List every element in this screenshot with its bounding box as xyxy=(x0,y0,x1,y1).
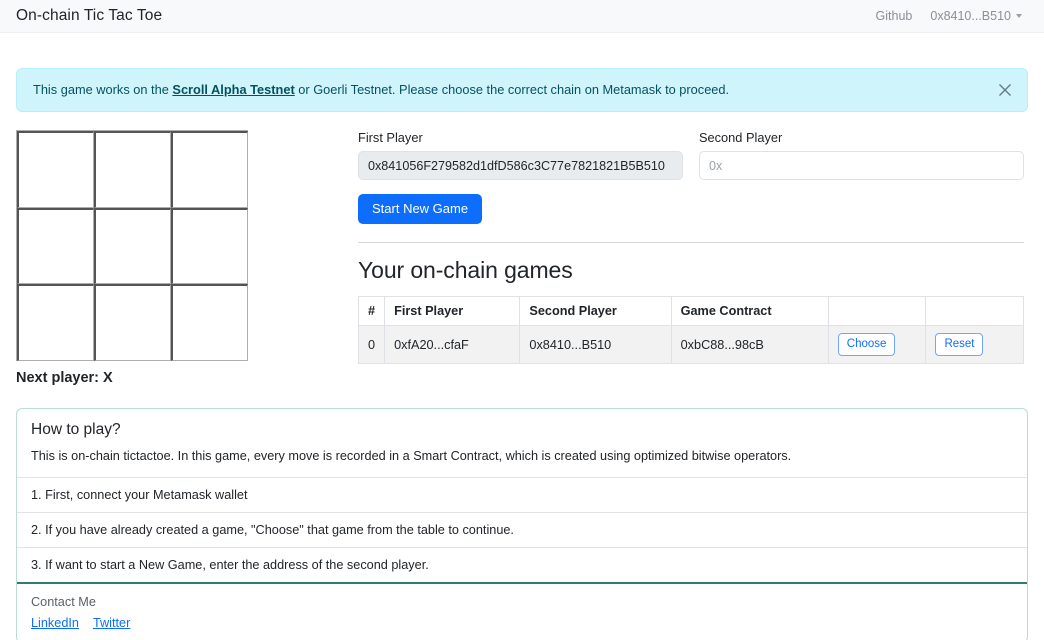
start-new-game-button[interactable]: Start New Game xyxy=(358,194,482,224)
board-cell-4[interactable] xyxy=(94,208,171,285)
contact-label: Contact Me xyxy=(31,595,1013,609)
list-item: 1. First, connect your Metamask wallet xyxy=(17,477,1027,512)
chevron-down-icon xyxy=(1016,14,1022,18)
first-player-input[interactable] xyxy=(358,151,683,180)
list-item: 3. If want to start a New Game, enter th… xyxy=(17,547,1027,582)
how-to-play-description: This is on-chain tictactoe. In this game… xyxy=(31,448,1013,465)
board-cell-8[interactable] xyxy=(171,284,248,361)
contact-links: LinkedIn Twitter xyxy=(31,616,1013,630)
account-dropdown[interactable]: 0x8410...B510 xyxy=(930,9,1022,23)
col-second-player: Second Player xyxy=(520,297,671,326)
game-panel: Next player: X xyxy=(16,130,248,386)
cell-reset-action: Reset xyxy=(926,326,1024,364)
col-first-player: First Player xyxy=(385,297,520,326)
board-cell-2[interactable] xyxy=(171,131,248,208)
next-player-status: Next player: X xyxy=(16,370,248,386)
col-game-contract: Game Contract xyxy=(671,297,828,326)
board-cell-6[interactable] xyxy=(17,284,94,361)
cell-first-player: 0xfA20...cfaF xyxy=(385,326,520,364)
second-player-input[interactable] xyxy=(699,151,1024,180)
board-row xyxy=(17,284,248,361)
contact-section: Contact Me LinkedIn Twitter xyxy=(17,582,1027,640)
navbar-right-group: Github 0x8410...B510 xyxy=(876,9,1028,23)
network-alert-text: This game works on the Scroll Alpha Test… xyxy=(33,84,729,97)
board-row xyxy=(17,131,248,208)
board-cell-1[interactable] xyxy=(94,131,171,208)
table-row: 0 0xfA20...cfaF 0x8410...B510 0xbC88...9… xyxy=(359,326,1024,364)
players-form: First Player Second Player xyxy=(358,130,1024,180)
list-item: 2. If you have already created a game, "… xyxy=(17,512,1027,547)
second-player-label: Second Player xyxy=(699,130,1024,145)
how-to-play-card: How to play? This is on-chain tictactoe.… xyxy=(16,408,1028,640)
close-icon[interactable] xyxy=(997,82,1013,98)
cell-choose-action: Choose xyxy=(828,326,926,364)
games-table: # First Player Second Player Game Contra… xyxy=(358,296,1024,364)
page-container: This game works on the Scroll Alpha Test… xyxy=(0,68,1044,386)
app-brand-title: On-chain Tic Tac Toe xyxy=(16,7,162,25)
board-cell-5[interactable] xyxy=(171,208,248,285)
top-navbar: On-chain Tic Tac Toe Github 0x8410...B51… xyxy=(0,0,1044,33)
table-header-row: # First Player Second Player Game Contra… xyxy=(359,297,1024,326)
account-address-label: 0x8410...B510 xyxy=(930,9,1011,23)
github-link[interactable]: Github xyxy=(876,9,913,23)
right-panel: First Player Second Player Start New Gam… xyxy=(358,130,1028,364)
first-player-group: First Player xyxy=(358,130,683,180)
cell-index: 0 xyxy=(359,326,385,364)
cell-second-player: 0x8410...B510 xyxy=(520,326,671,364)
first-player-label: First Player xyxy=(358,130,683,145)
board-cell-3[interactable] xyxy=(17,208,94,285)
col-reset-action xyxy=(926,297,1024,326)
games-table-head: # First Player Second Player Game Contra… xyxy=(359,297,1024,326)
how-to-play-header: How to play? This is on-chain tictactoe.… xyxy=(17,409,1027,478)
main-content: Next player: X First Player Second Playe… xyxy=(16,130,1028,386)
reset-game-button[interactable]: Reset xyxy=(935,333,983,356)
second-player-group: Second Player xyxy=(699,130,1024,180)
network-alert-banner: This game works on the Scroll Alpha Test… xyxy=(16,68,1028,112)
board-row xyxy=(17,208,248,285)
cell-game-contract: 0xbC88...98cB xyxy=(671,326,828,364)
twitter-link[interactable]: Twitter xyxy=(93,616,130,630)
tic-tac-toe-board xyxy=(16,130,248,361)
alert-text-before: This game works on the xyxy=(33,82,172,97)
col-index: # xyxy=(359,297,385,326)
scroll-alpha-testnet-link[interactable]: Scroll Alpha Testnet xyxy=(172,82,294,97)
how-to-play-title: How to play? xyxy=(31,421,1013,439)
choose-game-button[interactable]: Choose xyxy=(838,333,896,356)
linkedin-link[interactable]: LinkedIn xyxy=(31,616,79,630)
board-cell-7[interactable] xyxy=(94,284,171,361)
section-divider xyxy=(358,242,1024,243)
games-table-body: 0 0xfA20...cfaF 0x8410...B510 0xbC88...9… xyxy=(359,326,1024,364)
col-choose-action xyxy=(828,297,926,326)
alert-text-after: or Goerli Testnet. Please choose the cor… xyxy=(295,82,729,97)
games-section-title: Your on-chain games xyxy=(358,257,1024,284)
board-cell-0[interactable] xyxy=(17,131,94,208)
